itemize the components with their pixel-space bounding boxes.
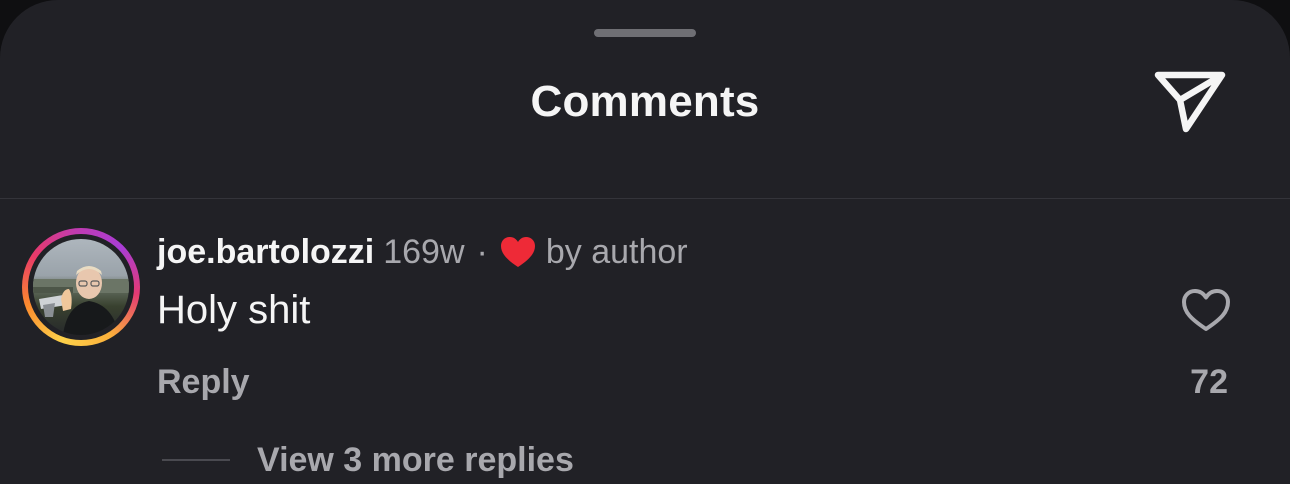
heart-filled-icon [500,236,536,268]
meta-separator: · [476,233,488,271]
comment-age: 169w [383,233,465,271]
share-button[interactable] [1150,66,1230,138]
heart-outline-icon [1180,287,1232,333]
reply-button[interactable]: Reply [157,362,250,402]
liked-by-author-label: by author [545,233,688,271]
page-title: Comments [530,77,760,126]
comments-sheet: Comments joe.bartolozzi 169w · by author… [0,0,1290,484]
sheet-drag-handle[interactable] [594,29,696,37]
avatar[interactable] [22,228,140,346]
replies-indent-line [162,459,230,461]
paper-plane-icon [1150,66,1230,138]
avatar-photo [33,239,129,335]
like-count: 72 [1190,363,1228,401]
header-divider [0,198,1290,199]
like-button[interactable] [1180,287,1232,333]
comment-meta: joe.bartolozzi 169w · by author [157,230,688,274]
comment-username[interactable]: joe.bartolozzi [157,230,374,274]
view-more-replies-button[interactable]: View 3 more replies [257,440,574,480]
comment-body: Holy shit [157,288,311,332]
